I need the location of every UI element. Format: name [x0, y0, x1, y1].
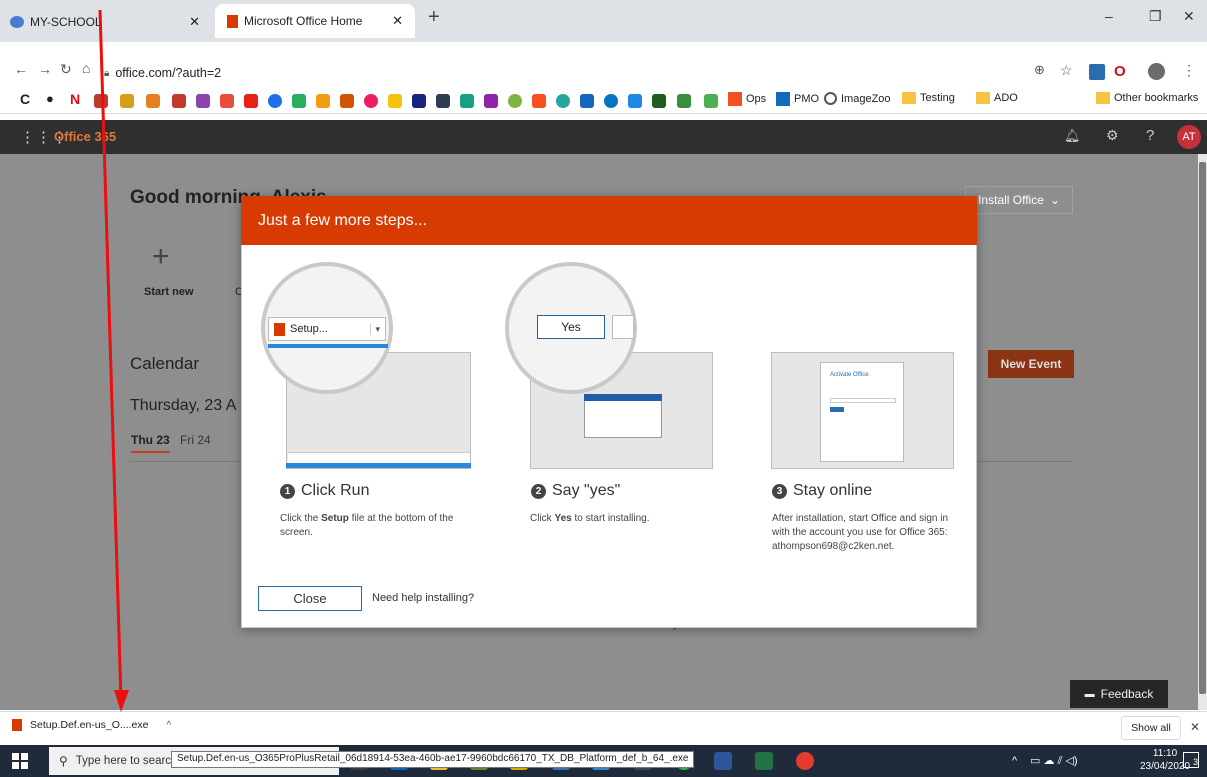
annotation-arrow-icon — [98, 9, 129, 712]
